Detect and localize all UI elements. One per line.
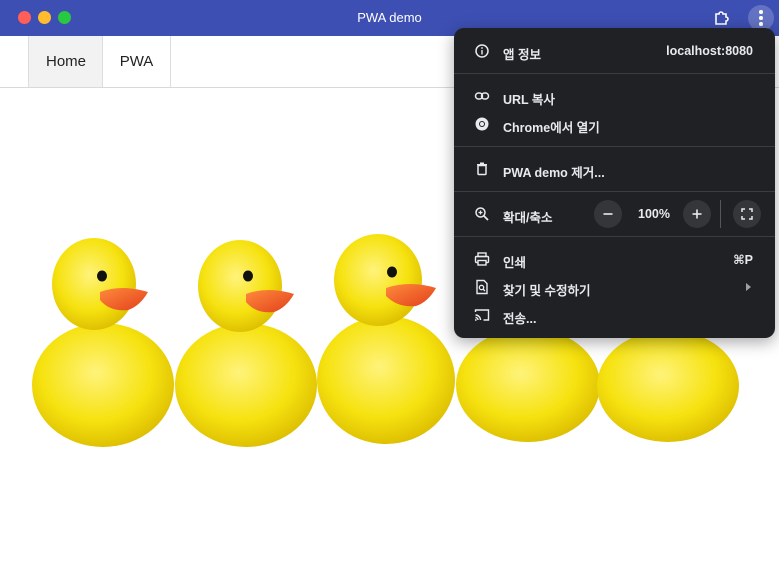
- minus-icon: [603, 213, 613, 215]
- menu-item-copy-url[interactable]: URL 복사: [454, 82, 775, 110]
- printer-icon: [474, 252, 490, 266]
- menu-item-label: Chrome에서 열기: [503, 121, 600, 135]
- fullscreen-icon: [741, 208, 753, 220]
- trash-icon: [477, 162, 487, 176]
- chrome-icon: [475, 117, 489, 131]
- menu-item-print[interactable]: 인쇄 ⌘P: [454, 245, 775, 273]
- submenu-arrow-icon: [746, 283, 751, 291]
- find-icon: [476, 279, 488, 295]
- cast-icon: [474, 309, 490, 321]
- zoom-divider: [720, 200, 721, 228]
- window-title: PWA demo: [357, 10, 422, 25]
- menu-divider: [454, 236, 775, 237]
- zoom-icon: [475, 207, 489, 221]
- menu-item-label: 확대/축소: [503, 211, 553, 225]
- menu-item-label: URL 복사: [503, 93, 555, 107]
- menu-item-open-in-chrome[interactable]: Chrome에서 열기: [454, 110, 775, 138]
- menu-item-label: 찾기 및 수정하기: [503, 284, 591, 298]
- nav-pwa[interactable]: PWA: [102, 36, 171, 87]
- menu-item-label: 전송...: [503, 312, 537, 326]
- app-origin: localhost:8080: [666, 44, 753, 58]
- menu-divider: [454, 191, 775, 192]
- info-icon: [475, 44, 489, 58]
- print-shortcut: ⌘P: [733, 253, 753, 267]
- app-menu: 앱 정보 localhost:8080 URL 복사 Chrome에서 열기 P…: [454, 28, 775, 338]
- menu-item-find[interactable]: 찾기 및 수정하기: [454, 273, 775, 301]
- menu-item-app-info[interactable]: 앱 정보 localhost:8080: [454, 37, 775, 65]
- plus-icon: [692, 209, 702, 219]
- menu-divider: [454, 146, 775, 147]
- menu-item-label: 앱 정보: [503, 48, 541, 62]
- menu-item-label: 인쇄: [503, 256, 527, 270]
- link-icon: [474, 92, 490, 100]
- menu-item-cast[interactable]: 전송...: [454, 301, 775, 329]
- menu-item-label: PWA demo 제거...: [503, 166, 605, 180]
- zoom-out-button[interactable]: [594, 200, 622, 228]
- zoom-level: 100%: [638, 207, 670, 221]
- menu-item-uninstall[interactable]: PWA demo 제거...: [454, 155, 775, 183]
- zoom-in-button[interactable]: [683, 200, 711, 228]
- nav-home[interactable]: Home: [28, 36, 103, 87]
- fullscreen-button[interactable]: [733, 200, 761, 228]
- menu-divider: [454, 73, 775, 74]
- extension-icon[interactable]: [712, 8, 732, 28]
